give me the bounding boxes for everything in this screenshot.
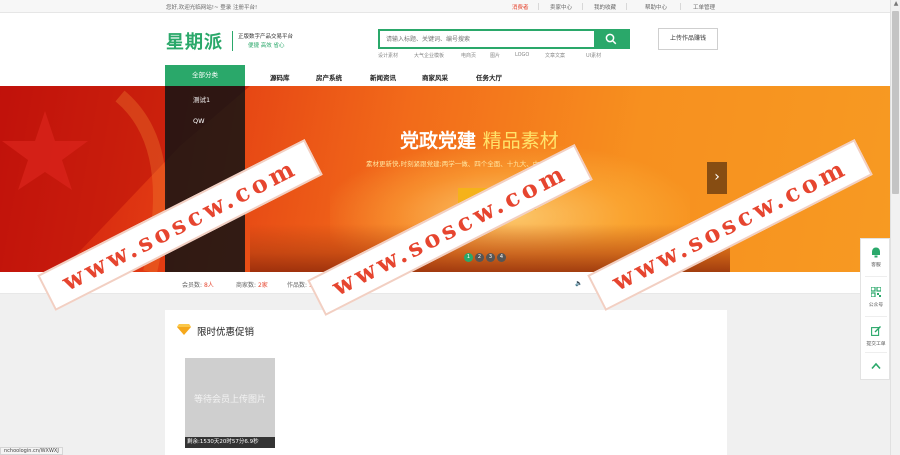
nav-item-real-estate[interactable]: 房产系统 [316,72,342,82]
topbar-link-tickets[interactable]: 工单管理 [693,3,715,11]
promo-section: 限时优惠促销 等待会员上传图片 剩余:1530天20时57分6.9秒 [165,310,727,455]
product-countdown: 剩余:1530天20时57分6.9秒 [185,437,275,448]
hotword-link[interactable]: 图片 [490,52,500,59]
submit-ticket-label: 提交工单 [866,342,886,347]
upload-works-button[interactable]: 上传作品赚钱 [658,28,718,50]
banner-dot[interactable]: 1 [464,253,473,262]
diamond-icon [177,324,191,335]
speaker-icon: 🔈 [575,280,583,287]
back-to-top-button[interactable] [861,354,891,380]
banner-dot[interactable]: 4 [497,253,506,262]
banner-dot[interactable]: 3 [486,253,495,262]
site-logo[interactable]: 星期派 [166,28,223,54]
page-scrollbar[interactable]: ▲ [890,0,900,455]
logo-divider [232,31,233,51]
category-item[interactable]: 测试1 [193,94,210,104]
welcome-text: 您好,欢迎光临网站!~ 登录 注册平台! [166,5,258,11]
site-slogan-sub: 便捷 高效 省心 [248,43,285,49]
topbar-link-favorites[interactable]: 我的收藏 [594,3,616,11]
members-stat: 会员数: 8人 [182,280,214,289]
category-item[interactable]: QW [193,117,205,125]
topbar-link-consumer[interactable]: 消费者 [512,3,529,11]
search-input[interactable] [380,31,596,47]
hotword-link[interactable]: 设计素材 [378,52,398,59]
works-label: 作品数: [287,282,308,289]
hotword-link[interactable]: 大气企业模板 [414,52,444,59]
chevron-up-icon [871,362,881,370]
official-account-button[interactable]: 公众号 [861,279,891,313]
product-placeholder-text: 等待会员上传图片 [193,395,266,405]
scroll-up-icon[interactable]: ▲ [892,0,900,10]
shops-stat: 商家数: 2家 [236,280,268,289]
members-value: 8人 [203,282,214,289]
nav-item-merchants[interactable]: 商家风采 [422,72,448,82]
toolbar-divider [865,316,887,317]
hotword-link[interactable]: 电商页 [461,52,476,59]
toolbar-divider [865,352,887,353]
official-account-label: 公众号 [868,303,884,308]
qrcode-icon [871,287,881,297]
search-icon [605,33,617,45]
promo-title: 限时优惠促销 [197,327,255,338]
nav-item-source-code[interactable]: 源码库 [270,72,290,82]
topbar-link-help[interactable]: 帮助中心 [645,3,667,11]
all-categories-tab[interactable]: 全部分类 [165,65,245,86]
topbar-divider [538,3,539,10]
search-button[interactable] [594,31,628,47]
topbar-divider [626,3,627,10]
main-nav: 全部分类 源码库 房产系统 新闻资讯 商家风采 任务大厅 [0,65,890,86]
shops-value: 2家 [257,282,268,289]
hotword-link[interactable]: 文章文案 [545,52,565,59]
toolbar-divider [865,276,887,277]
members-label: 会员数: [182,282,203,289]
floating-toolbar: 客服 公众号 提交工单 [860,238,890,380]
nav-item-news[interactable]: 新闻资讯 [370,72,396,82]
customer-service-icon [872,247,880,258]
customer-service-button[interactable]: 客服 [861,239,891,273]
customer-service-label: 客服 [871,263,881,268]
banner-title: 党政党建 精品素材 [400,126,559,153]
banner-title-main: 党政党建 [400,130,477,152]
hotword-link[interactable]: LOGO [515,52,529,58]
shops-label: 商家数: [236,282,257,289]
browser-status-url: nchoologin.cn/WXWXJ [0,447,63,455]
site-slogan: 正版数字产品交易平台 [238,34,294,40]
banner-title-accent: 精品素材 [482,130,559,152]
topbar-divider [680,3,681,10]
banner-pagination: 1234 [464,252,508,262]
topbar-divider [582,3,583,10]
topbar-link-seller-center[interactable]: 卖家中心 [550,3,572,11]
nav-item-task-hall[interactable]: 任务大厅 [476,72,502,82]
banner-next-arrow[interactable]: › [707,162,727,194]
banner-dot[interactable]: 2 [475,253,484,262]
hotword-link[interactable]: UI素材 [586,52,601,59]
site-header: 星期派 正版数字产品交易平台 便捷 高效 省心 设计素材 大气企业模板 电商页 … [0,13,890,65]
submit-ticket-button[interactable]: 提交工单 [861,318,891,352]
product-card[interactable]: 等待会员上传图片 剩余:1530天20时57分6.9秒 [185,358,275,448]
top-bar: 您好,欢迎光临网站!~ 登录 注册平台! 消费者 卖家中心 我的收藏 帮助中心 … [0,0,890,13]
edit-icon [871,326,881,336]
stats-bar: 会员数: 8人 商家数: 2家 作品数: 5 🔈 [0,272,890,294]
search-box [378,29,630,49]
scrollbar-thumb[interactable] [892,11,899,194]
